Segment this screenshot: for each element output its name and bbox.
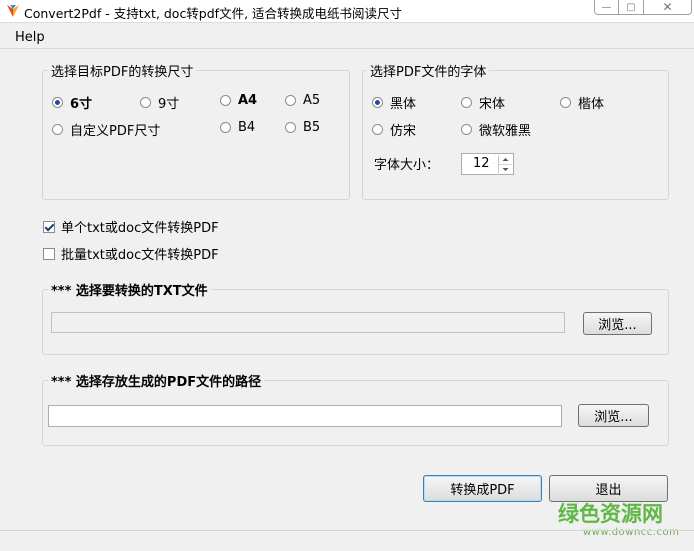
status-bar — [0, 530, 694, 551]
menu-bar — [0, 28, 694, 49]
chevron-up-icon[interactable] — [499, 155, 512, 164]
radio-icon — [372, 124, 383, 135]
checkbox-icon — [43, 247, 55, 260]
size-option-9in[interactable]: 9寸 — [140, 93, 179, 112]
size-option-6in[interactable]: 6寸 — [52, 93, 92, 112]
size-option-custom[interactable]: 自定义PDF尺寸 — [52, 120, 160, 139]
checkbox-checked-icon — [43, 220, 55, 233]
font-option-label: 宋体 — [479, 97, 506, 112]
radio-icon — [461, 124, 472, 135]
maximize-icon: ▢ — [626, 1, 636, 13]
font-option-heiti[interactable]: 黑体 — [372, 93, 416, 112]
size-option-label: 自定义PDF尺寸 — [70, 124, 161, 139]
maximize-button[interactable]: ▢ — [619, 0, 644, 15]
minimize-button[interactable]: — — [594, 0, 619, 15]
stepper-buttons — [498, 155, 512, 173]
size-option-b5[interactable]: B5 — [285, 120, 320, 135]
txt-file-path-field[interactable] — [51, 312, 565, 333]
radio-icon — [52, 124, 63, 135]
size-option-label: 9寸 — [158, 97, 180, 112]
font-option-kaiti[interactable]: 楷体 — [560, 93, 604, 112]
font-option-label: 仿宋 — [390, 124, 417, 139]
font-option-fangsong[interactable]: 仿宋 — [372, 120, 416, 139]
pdf-output-path-field[interactable] — [48, 405, 562, 427]
radio-selected-icon — [372, 97, 383, 108]
radio-selected-icon — [52, 97, 63, 108]
font-option-label: 微软雅黑 — [479, 124, 532, 139]
font-size-value: 12 — [473, 156, 490, 171]
radio-icon — [461, 97, 472, 108]
radio-icon — [220, 122, 231, 133]
font-size-label: 字体大小： — [374, 158, 440, 173]
radio-icon — [220, 95, 231, 106]
menu-help[interactable]: Help — [15, 30, 45, 45]
close-button[interactable]: ✕ — [644, 0, 692, 15]
window-controls: — ▢ ✕ — [594, 0, 694, 16]
txt-file-group-legend: *** 选择要转换的TXT文件 — [48, 280, 211, 299]
batch-convert-label: 批量txt或doc文件转换PDF — [61, 248, 219, 263]
watermark-brand: 绿色资源网 — [558, 502, 663, 526]
single-convert-label: 单个txt或doc文件转换PDF — [61, 221, 219, 236]
font-group-legend: 选择PDF文件的字体 — [367, 61, 490, 80]
size-option-a4[interactable]: A4 — [220, 93, 257, 108]
chevron-down-icon[interactable] — [499, 164, 512, 174]
radio-icon — [140, 97, 151, 108]
app-logo-icon — [7, 5, 19, 17]
size-option-b4[interactable]: B4 — [220, 120, 255, 135]
size-option-a5[interactable]: A5 — [285, 93, 320, 108]
txt-browse-button[interactable]: 浏览... — [583, 312, 652, 335]
size-option-label: B4 — [238, 120, 256, 135]
font-option-yahei[interactable]: 微软雅黑 — [461, 120, 531, 139]
close-icon: ✕ — [662, 0, 673, 14]
convert-to-pdf-button[interactable]: 转换成PDF — [423, 475, 542, 502]
radio-icon — [560, 97, 571, 108]
pdf-browse-button[interactable]: 浏览... — [578, 404, 649, 427]
window-title: Convert2Pdf - 支持txt, doc转pdf文件, 适合转换成电纸书… — [24, 6, 403, 21]
font-option-songti[interactable]: 宋体 — [461, 93, 505, 112]
radio-icon — [285, 122, 296, 133]
single-convert-checkbox[interactable]: 单个txt或doc文件转换PDF — [43, 217, 219, 236]
font-size-stepper[interactable]: 12 — [461, 153, 514, 175]
batch-convert-checkbox[interactable]: 批量txt或doc文件转换PDF — [43, 244, 219, 263]
size-option-label: A5 — [303, 93, 321, 108]
radio-icon — [285, 95, 296, 106]
font-option-label: 楷体 — [578, 97, 605, 112]
font-option-label: 黑体 — [390, 97, 417, 112]
size-option-label: A4 — [238, 93, 258, 108]
size-group-legend: 选择目标PDF的转换尺寸 — [48, 61, 197, 80]
pdf-path-group-legend: *** 选择存放生成的PDF文件的路径 — [48, 371, 265, 390]
minimize-icon: — — [601, 1, 612, 13]
size-option-label: B5 — [303, 120, 321, 135]
size-option-label: 6寸 — [70, 97, 93, 112]
